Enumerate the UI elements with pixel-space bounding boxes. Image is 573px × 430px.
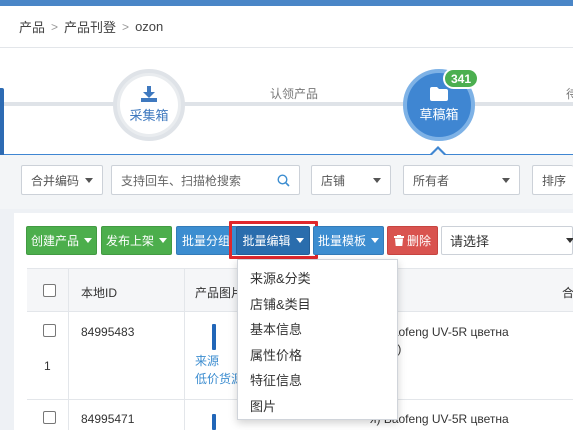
search-placeholder: 支持回车、扫描枪搜索	[121, 173, 242, 188]
header-product-image: 产品图片	[195, 286, 244, 300]
chevron-down-icon	[373, 178, 381, 183]
column-divider	[68, 269, 69, 313]
owner-select[interactable]: 所有者	[403, 165, 520, 195]
wizard-track	[181, 102, 407, 106]
breadcrumb-ozon: ozon	[135, 19, 164, 34]
merge-code-select[interactable]: 合并编码	[21, 165, 103, 195]
menu-item-basic-info[interactable]: 基本信息	[250, 319, 302, 338]
batch-group-label: 批量分组	[182, 234, 231, 248]
breadcrumb-separator: >	[122, 19, 130, 34]
step-draft-label: 草稿箱	[419, 107, 459, 122]
merge-code-label: 合并编码	[31, 173, 80, 188]
menu-item-source-category[interactable]: 来源&分类	[250, 268, 311, 287]
action-select-value: 请选择	[450, 234, 490, 249]
breadcrumb-products[interactable]: 产品	[19, 17, 45, 36]
connector-label-next: 待	[566, 87, 573, 101]
sort-label: 排序	[542, 173, 567, 188]
source-desc-link[interactable]: 低价货源	[195, 370, 243, 387]
trash-icon	[393, 235, 404, 246]
row-checkbox[interactable]	[43, 324, 56, 337]
chevron-down-icon	[84, 238, 92, 243]
column-divider	[68, 400, 69, 430]
chevron-down-icon	[85, 178, 93, 183]
column-divider	[184, 400, 185, 430]
product-thumbnail[interactable]	[195, 410, 225, 430]
chevron-down-icon	[159, 238, 167, 243]
row-checkbox[interactable]	[43, 411, 56, 424]
publish-button[interactable]: 发布上架	[101, 226, 172, 255]
sort-select[interactable]: 排序	[532, 165, 573, 195]
create-product-button[interactable]: 创建产品	[26, 226, 97, 255]
draft-count-badge: 341	[443, 68, 480, 89]
menu-item-images[interactable]: 图片	[250, 396, 276, 415]
column-divider	[184, 312, 185, 400]
breadcrumb: 产品 > 产品刊登 > ozon	[0, 6, 573, 48]
header-local-id: 本地ID	[81, 286, 118, 300]
store-label: 店铺	[321, 173, 346, 188]
source-link[interactable]: 来源	[195, 352, 219, 369]
connector-label-claim: 认领产品	[270, 87, 319, 101]
batch-template-button[interactable]: 批量模板	[313, 226, 384, 255]
chevron-down-icon	[502, 178, 510, 183]
store-select[interactable]: 店铺	[311, 165, 391, 195]
product-thumbnail[interactable]	[195, 320, 225, 352]
menu-item-feature-info[interactable]: 特征信息	[250, 370, 302, 389]
wizard-track	[0, 102, 117, 106]
row-local-id: 84995483	[81, 325, 135, 339]
workflow-wizard: 认领产品 待 采集箱 草稿箱 341	[0, 48, 573, 156]
breadcrumb-listing[interactable]: 产品刊登	[64, 17, 116, 36]
header-last-column: 合	[562, 286, 573, 300]
folder-icon	[430, 87, 448, 101]
wizard-track	[471, 102, 573, 106]
step-collection-label: 采集箱	[129, 108, 169, 123]
batch-edit-dropdown: 来源&分类 店铺&类目 基本信息 属性价格 特征信息 图片	[237, 259, 398, 420]
breadcrumb-separator: >	[51, 19, 59, 34]
delete-label: 删除	[406, 234, 431, 248]
chevron-down-icon	[566, 238, 573, 243]
highlight-annotation	[229, 221, 318, 259]
step-collection-box[interactable]: 采集箱	[113, 69, 185, 141]
search-input[interactable]: 支持回车、扫描枪搜索	[111, 165, 300, 195]
create-product-label: 创建产品	[30, 234, 79, 248]
filter-bar: 合并编码 支持回车、扫描枪搜索 店铺 所有者 排序	[0, 155, 573, 209]
delete-button[interactable]: 删除	[387, 226, 438, 255]
owner-label: 所有者	[413, 173, 450, 188]
row-index: 1	[44, 359, 51, 373]
select-all-checkbox[interactable]	[43, 284, 56, 297]
menu-item-store-category[interactable]: 店铺&类目	[250, 294, 311, 313]
column-divider	[68, 312, 69, 400]
chevron-down-icon	[371, 238, 379, 243]
batch-template-label: 批量模板	[317, 234, 366, 248]
row-local-id: 84995471	[81, 412, 135, 426]
menu-item-attribute-price[interactable]: 属性价格	[250, 345, 302, 364]
action-select[interactable]: 请选择	[441, 226, 573, 255]
publish-label: 发布上架	[105, 234, 154, 248]
download-tray-icon	[141, 86, 157, 102]
search-icon[interactable]	[277, 174, 290, 187]
column-divider	[184, 269, 185, 313]
